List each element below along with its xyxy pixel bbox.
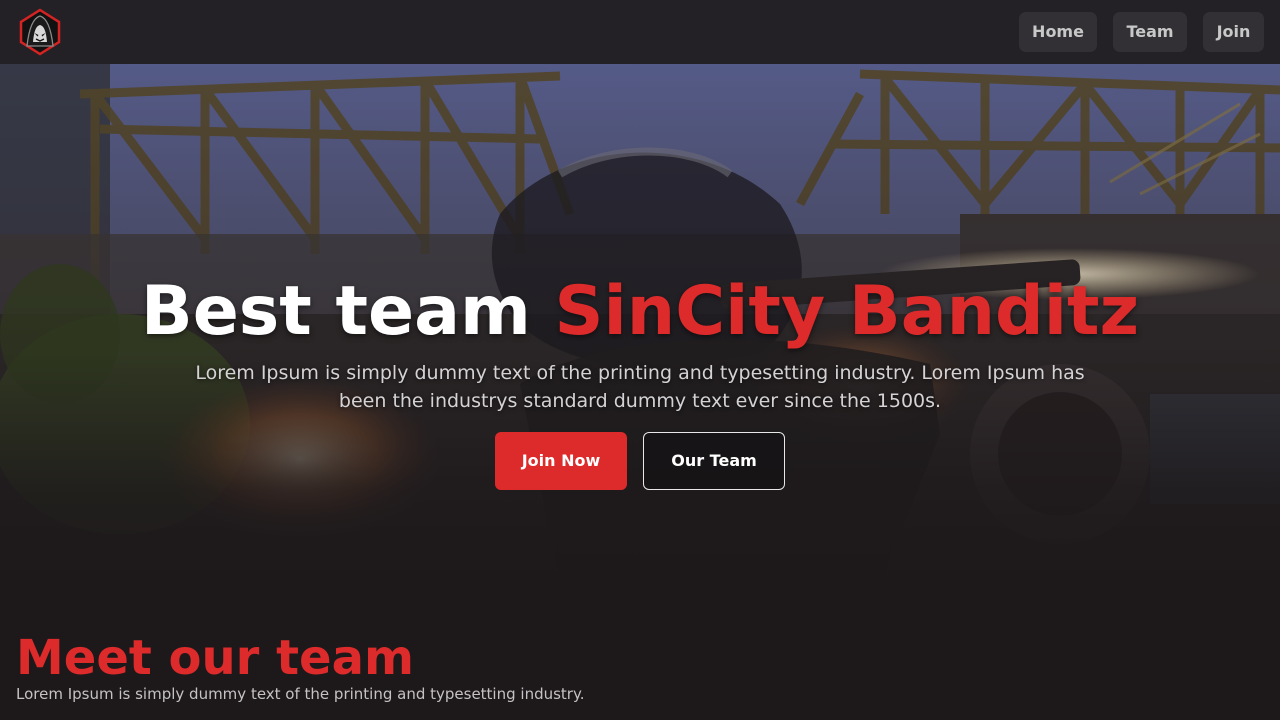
logo[interactable]: [16, 8, 64, 56]
nav-team-link[interactable]: Team: [1113, 12, 1187, 52]
hero-description: Lorem Ipsum is simply dummy text of the …: [195, 362, 1085, 412]
join-now-button[interactable]: Join Now: [495, 432, 627, 490]
hero-title-main: Best team: [140, 272, 555, 351]
team-description: Lorem Ipsum is simply dummy text of the …: [16, 685, 585, 703]
hero-section: Best team SinCity Banditz Lorem Ipsum is…: [0, 64, 1280, 584]
hero-title: Best team SinCity Banditz: [0, 268, 1280, 356]
nav-join-link[interactable]: Join: [1203, 12, 1264, 52]
nav-home-link[interactable]: Home: [1019, 12, 1097, 52]
hooded-bandit-icon: [19, 8, 61, 56]
navbar: Home Team Join: [0, 0, 1280, 64]
our-team-button[interactable]: Our Team: [643, 432, 785, 490]
team-heading: Meet our team: [16, 630, 414, 686]
hero-title-accent: SinCity Banditz: [554, 272, 1140, 351]
